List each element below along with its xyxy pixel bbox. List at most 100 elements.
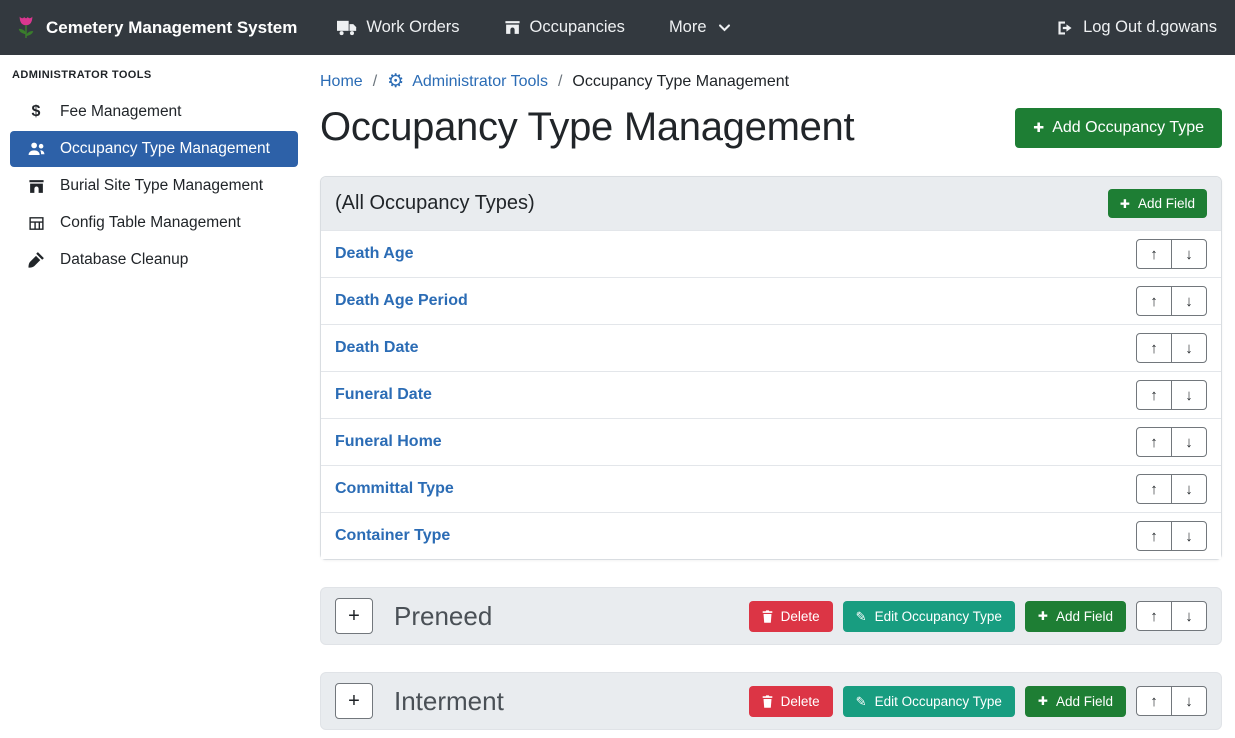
add-field-button[interactable]: ✚ Add Field <box>1025 601 1126 632</box>
nav-more[interactable]: More <box>669 18 731 37</box>
move-up-button[interactable]: ↑ <box>1136 521 1172 551</box>
logout-link[interactable]: Log Out d.gowans <box>1056 18 1217 37</box>
sidebar: ADMINISTRATOR TOOLS $ Fee Management Occ… <box>0 55 308 738</box>
tombstone-icon <box>25 178 47 195</box>
sidebar-item-label: Fee Management <box>60 103 182 121</box>
arrow-down-icon: ↓ <box>1185 340 1193 357</box>
arrow-up-icon: ↑ <box>1150 434 1158 451</box>
edit-occupancy-type-button[interactable]: ✎ Edit Occupancy Type <box>843 601 1015 632</box>
page-title: Occupancy Type Management <box>320 105 854 150</box>
logout-icon <box>1056 20 1074 36</box>
reorder-group: ↑ ↓ <box>1136 601 1207 631</box>
nav-work-orders-label: Work Orders <box>366 18 459 37</box>
top-navbar: Cemetery Management System Work Orders O… <box>0 0 1235 55</box>
move-down-button[interactable]: ↓ <box>1171 686 1207 716</box>
field-row: Committal Type ↑ ↓ <box>321 465 1221 512</box>
nav-more-label: More <box>669 18 707 37</box>
gear-icon: ⚙ <box>387 72 404 91</box>
add-occupancy-type-button[interactable]: ✚ Add Occupancy Type <box>1015 108 1222 148</box>
reorder-group: ↑ ↓ <box>1136 286 1207 316</box>
sidebar-item-occupancy-type-management[interactable]: Occupancy Type Management <box>10 131 298 167</box>
arrow-up-icon: ↑ <box>1150 693 1158 710</box>
move-down-button[interactable]: ↓ <box>1171 601 1207 631</box>
field-link[interactable]: Funeral Date <box>335 386 432 404</box>
sidebar-item-config-table-management[interactable]: Config Table Management <box>10 205 298 241</box>
occupancy-type-section-interment: + Interment Delete ✎ Edit Occupancy Type… <box>320 672 1222 730</box>
arrow-up-icon: ↑ <box>1150 608 1158 625</box>
sidebar-heading: ADMINISTRATOR TOOLS <box>10 69 298 94</box>
edit-occupancy-type-button[interactable]: ✎ Edit Occupancy Type <box>843 686 1015 717</box>
arrow-up-icon: ↑ <box>1150 387 1158 404</box>
nav-occupancies[interactable]: Occupancies <box>504 18 625 37</box>
breadcrumb-current: Occupancy Type Management <box>572 73 789 91</box>
field-link[interactable]: Container Type <box>335 527 450 545</box>
pencil-icon: ✎ <box>856 610 867 623</box>
expand-button[interactable]: + <box>335 683 373 719</box>
plus-icon: ✚ <box>1038 695 1048 707</box>
section-actions: Delete ✎ Edit Occupancy Type ✚ Add Field… <box>749 601 1207 632</box>
section-title: Interment <box>394 686 504 717</box>
move-down-button[interactable]: ↓ <box>1171 380 1207 410</box>
move-up-button[interactable]: ↑ <box>1136 686 1172 716</box>
plus-icon: + <box>348 690 360 713</box>
table-icon <box>25 215 47 232</box>
reorder-group: ↑ ↓ <box>1136 380 1207 410</box>
nav-work-orders[interactable]: Work Orders <box>337 18 459 37</box>
add-field-button[interactable]: ✚ Add Field <box>1025 686 1126 717</box>
move-down-button[interactable]: ↓ <box>1171 286 1207 316</box>
sidebar-item-label: Database Cleanup <box>60 251 188 269</box>
move-down-button[interactable]: ↓ <box>1171 333 1207 363</box>
field-link[interactable]: Death Age Period <box>335 292 468 310</box>
field-row: Death Age ↑ ↓ <box>321 230 1221 277</box>
move-down-button[interactable]: ↓ <box>1171 474 1207 504</box>
edit-label: Edit Occupancy Type <box>875 694 1002 709</box>
app-brand[interactable]: Cemetery Management System <box>16 14 297 42</box>
move-up-button[interactable]: ↑ <box>1136 601 1172 631</box>
add-field-label: Add Field <box>1056 609 1113 624</box>
truck-icon <box>337 19 357 36</box>
all-occupancy-types-header: (All Occupancy Types) ✚ Add Field <box>321 177 1221 230</box>
move-up-button[interactable]: ↑ <box>1136 239 1172 269</box>
move-down-button[interactable]: ↓ <box>1171 239 1207 269</box>
field-link[interactable]: Death Age <box>335 245 414 263</box>
move-up-button[interactable]: ↑ <box>1136 286 1172 316</box>
add-occupancy-type-label: Add Occupancy Type <box>1052 119 1204 137</box>
occupancy-type-section-preneed: + Preneed Delete ✎ Edit Occupancy Type ✚… <box>320 587 1222 645</box>
arrow-down-icon: ↓ <box>1185 387 1193 404</box>
delete-label: Delete <box>781 694 820 709</box>
move-down-button[interactable]: ↓ <box>1171 427 1207 457</box>
trash-icon <box>762 695 773 708</box>
sidebar-item-burial-site-type-management[interactable]: Burial Site Type Management <box>10 168 298 204</box>
arrow-down-icon: ↓ <box>1185 246 1193 263</box>
breadcrumb-separator: / <box>373 73 377 91</box>
add-field-button[interactable]: ✚ Add Field <box>1108 189 1207 218</box>
sidebar-item-fee-management[interactable]: $ Fee Management <box>10 94 298 130</box>
breadcrumb-home-link[interactable]: Home <box>320 73 363 91</box>
breadcrumb: Home / ⚙ Administrator Tools / Occupancy… <box>320 72 1222 91</box>
field-link[interactable]: Committal Type <box>335 480 454 498</box>
field-link[interactable]: Funeral Home <box>335 433 442 451</box>
field-link[interactable]: Death Date <box>335 339 419 357</box>
reorder-group: ↑ ↓ <box>1136 239 1207 269</box>
move-down-button[interactable]: ↓ <box>1171 521 1207 551</box>
title-row: Occupancy Type Management ✚ Add Occupanc… <box>320 105 1222 150</box>
plus-icon: ✚ <box>1038 610 1048 622</box>
sidebar-item-label: Config Table Management <box>60 214 241 232</box>
move-up-button[interactable]: ↑ <box>1136 333 1172 363</box>
arrow-up-icon: ↑ <box>1150 246 1158 263</box>
move-up-button[interactable]: ↑ <box>1136 380 1172 410</box>
sidebar-item-database-cleanup[interactable]: Database Cleanup <box>10 242 298 278</box>
sidebar-item-label: Occupancy Type Management <box>60 140 270 158</box>
breadcrumb-admin-tools-link[interactable]: ⚙ Administrator Tools <box>387 72 548 91</box>
move-up-button[interactable]: ↑ <box>1136 474 1172 504</box>
delete-button[interactable]: Delete <box>749 686 833 717</box>
pencil-icon: ✎ <box>856 695 867 708</box>
expand-button[interactable]: + <box>335 598 373 634</box>
edit-label: Edit Occupancy Type <box>875 609 1002 624</box>
arrow-up-icon: ↑ <box>1150 293 1158 310</box>
move-up-button[interactable]: ↑ <box>1136 427 1172 457</box>
all-occupancy-types-title: (All Occupancy Types) <box>335 192 535 215</box>
delete-button[interactable]: Delete <box>749 601 833 632</box>
reorder-group: ↑ ↓ <box>1136 521 1207 551</box>
app-title: Cemetery Management System <box>46 18 297 38</box>
